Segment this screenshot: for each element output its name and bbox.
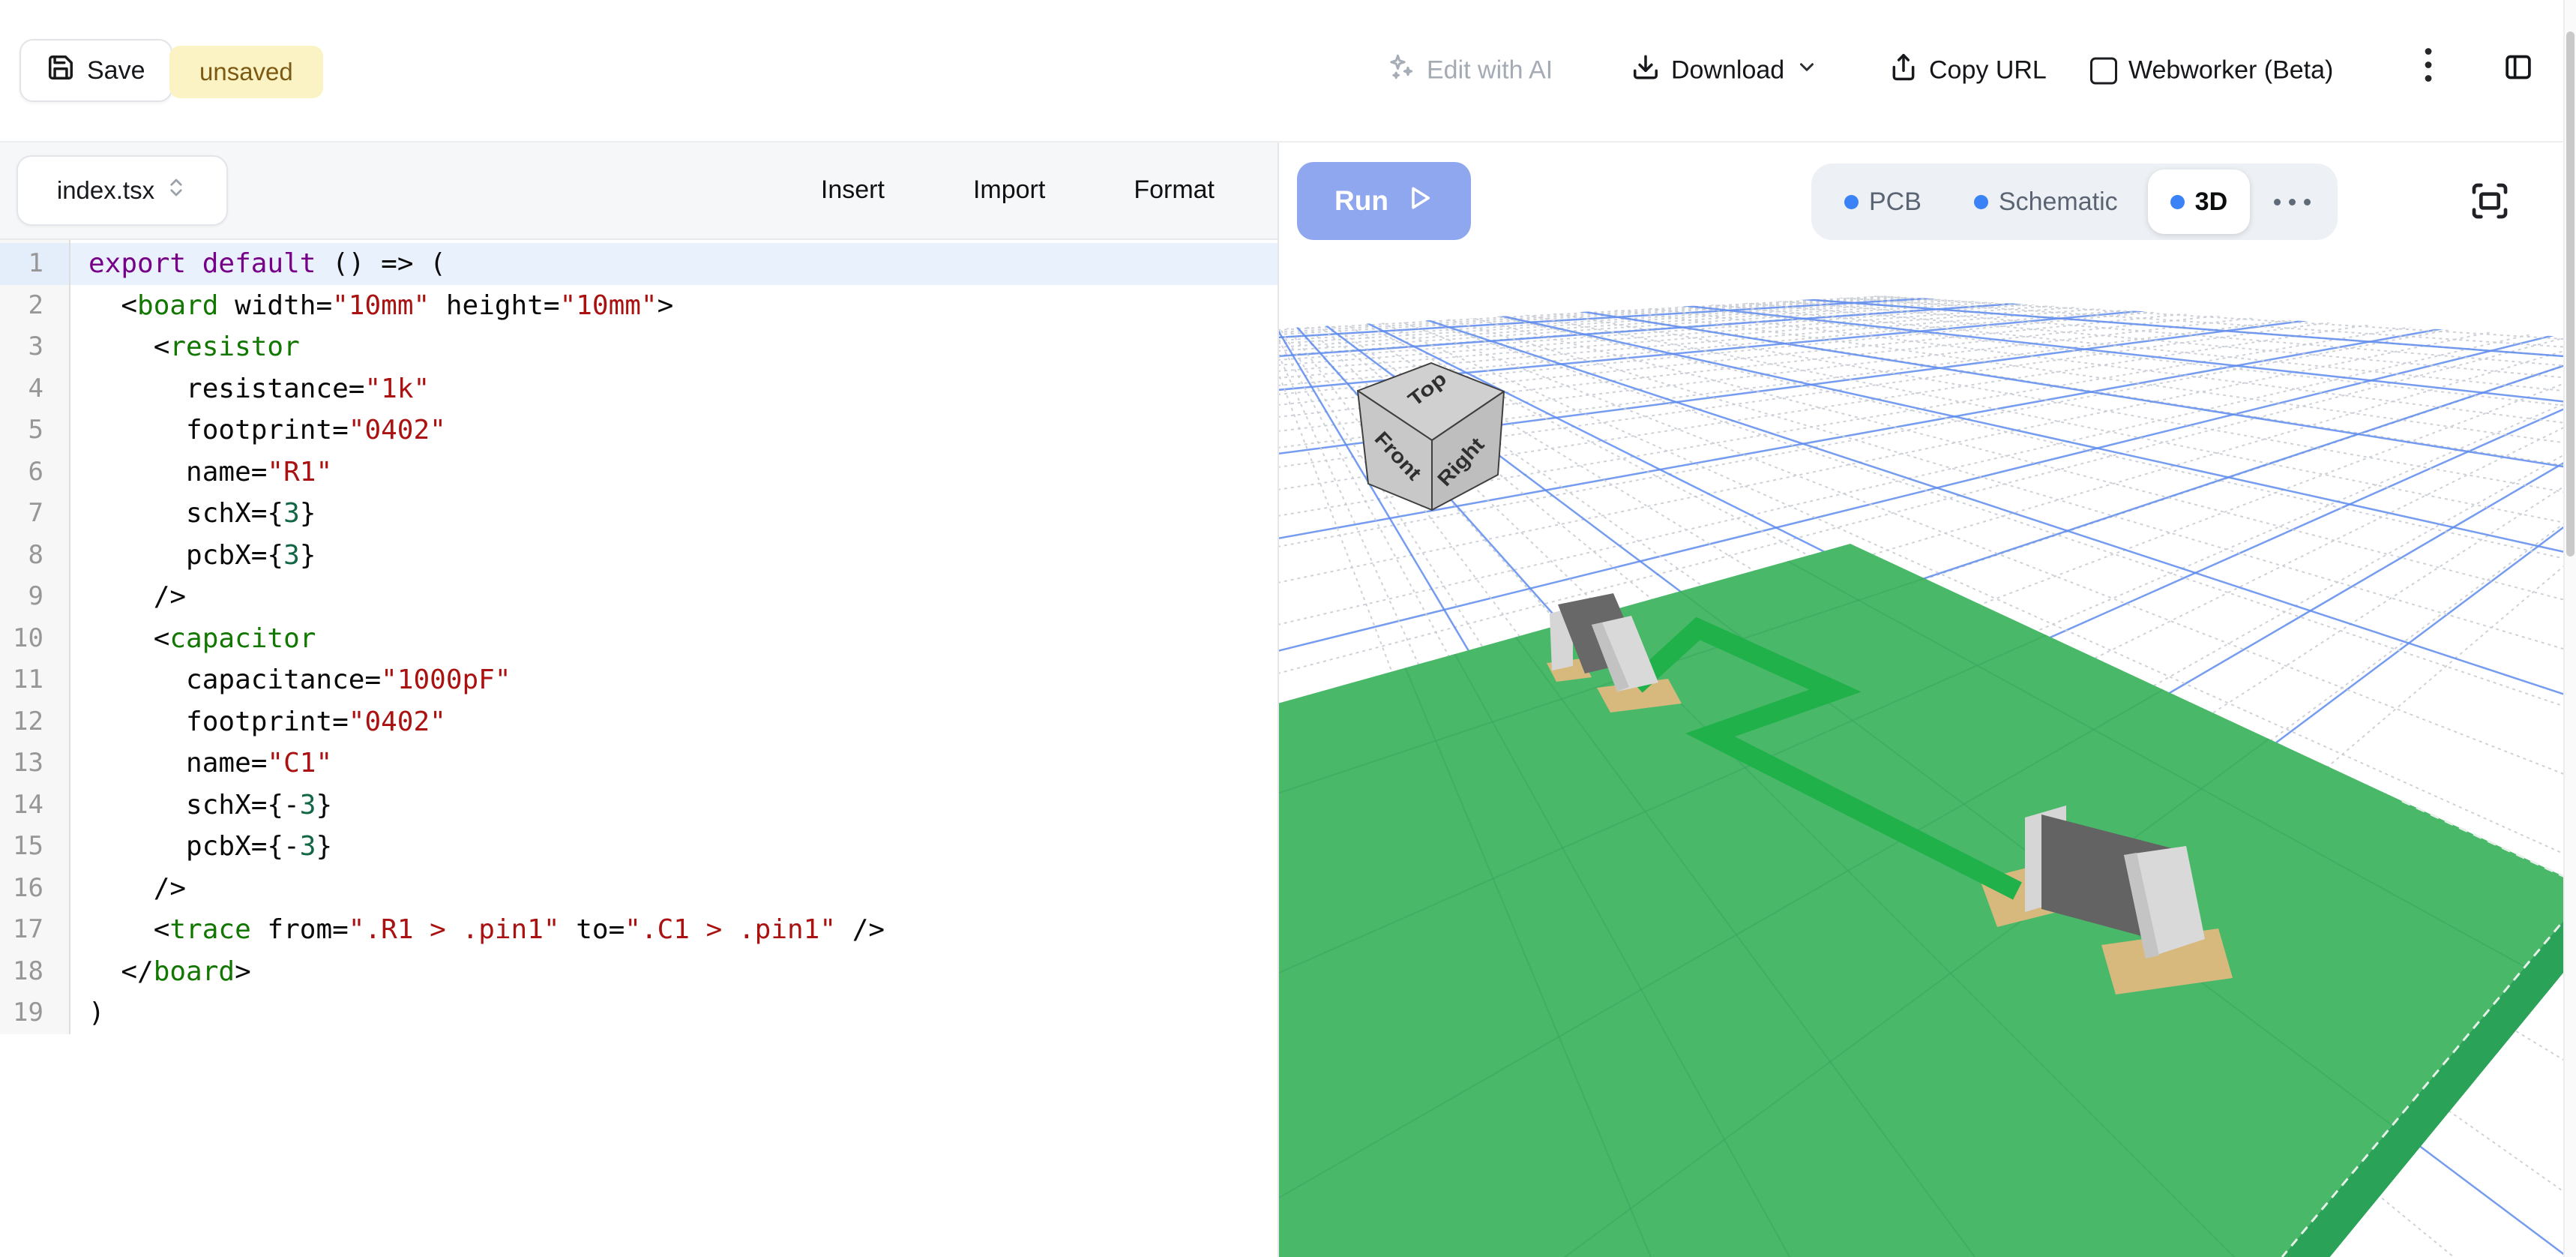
save-button[interactable]: Save xyxy=(19,39,172,102)
viewer-panel: Top Front Right Run PCBSchematic3D xyxy=(1279,141,2576,1257)
top-bar: Save unsaved Edit with AI Download xyxy=(0,0,2576,142)
editor-actions: Insert Import Format xyxy=(806,141,1230,238)
line-number: 5 xyxy=(0,410,69,452)
line-number: 8 xyxy=(0,535,69,577)
scrollbar-thumb[interactable] xyxy=(2566,32,2575,556)
view-tabs: PCBSchematic3D xyxy=(1811,164,2338,240)
code-line: footprint="0402" xyxy=(70,410,1278,452)
pcb-3d-canvas[interactable]: Top Front Right xyxy=(1279,141,2576,1257)
sparkles-icon xyxy=(1385,52,1415,89)
line-number: 2 xyxy=(0,285,69,327)
tab-dot-icon xyxy=(1844,195,1859,209)
line-number: 4 xyxy=(0,368,69,410)
editor-action-insert[interactable]: Insert xyxy=(806,165,900,215)
chevron-down-icon xyxy=(1796,56,1818,86)
download-button[interactable]: Download xyxy=(1631,53,1818,88)
file-selector[interactable]: index.tsx xyxy=(16,155,228,226)
panel-left-icon xyxy=(2503,52,2534,90)
line-number: 14 xyxy=(0,784,69,826)
code-line: name="C1" xyxy=(70,742,1278,784)
code-line: /> xyxy=(70,576,1278,618)
code-scroller[interactable]: 12345678910111213141516171819 export def… xyxy=(0,240,1278,1257)
fullscreen-icon xyxy=(2469,180,2511,224)
viewer-toolbar: Run PCBSchematic3D xyxy=(1279,141,2576,254)
more-menu-button[interactable] xyxy=(2417,44,2440,98)
line-number: 9 xyxy=(0,576,69,618)
editor-toolbar: index.tsx Insert Import Format xyxy=(0,141,1278,240)
status-badge: unsaved xyxy=(169,46,323,98)
webworker-toggle[interactable]: Webworker (Beta) xyxy=(2090,56,2333,86)
code-lines: export default () => ( <board width="10m… xyxy=(70,240,1278,1034)
save-label: Save xyxy=(87,56,145,86)
tab-dot-icon xyxy=(1974,195,1988,209)
line-number: 17 xyxy=(0,909,69,951)
code-line: </board> xyxy=(70,951,1278,993)
line-number: 3 xyxy=(0,326,69,368)
scrollbar-track[interactable] xyxy=(2563,0,2576,1257)
line-number: 16 xyxy=(0,868,69,910)
chevrons-up-down-icon xyxy=(165,176,187,205)
code-line: pcbX={-3} xyxy=(70,826,1278,868)
tab-pcb[interactable]: PCB xyxy=(1822,170,1944,234)
code-line: schX={3} xyxy=(70,493,1278,535)
line-number: 18 xyxy=(0,951,69,993)
code-line: footprint="0402" xyxy=(70,701,1278,743)
code-line: /> xyxy=(70,868,1278,910)
line-number: 12 xyxy=(0,701,69,743)
edit-with-ai-button[interactable]: Edit with AI xyxy=(1385,52,1553,89)
gutter: 12345678910111213141516171819 xyxy=(0,240,70,1034)
save-icon xyxy=(46,53,75,88)
editor-action-format[interactable]: Format xyxy=(1119,165,1230,215)
download-icon xyxy=(1631,53,1660,88)
kebab-menu-icon xyxy=(2417,44,2440,98)
code-line: <board width="10mm" height="10mm"> xyxy=(70,285,1278,327)
play-icon xyxy=(1406,184,1433,218)
line-number: 6 xyxy=(0,452,69,494)
tab-schematic[interactable]: Schematic xyxy=(1951,170,2140,234)
file-name: index.tsx xyxy=(57,176,154,205)
orientation-cube[interactable]: Top Front Right xyxy=(1358,363,1504,510)
tabs-more-button[interactable] xyxy=(2257,199,2327,206)
tab-3d[interactable]: 3D xyxy=(2148,170,2250,234)
code-line: resistance="1k" xyxy=(70,368,1278,410)
line-number: 19 xyxy=(0,992,69,1034)
code-line: name="R1" xyxy=(70,452,1278,494)
code-line: export default () => ( xyxy=(70,243,1278,285)
code-editor-panel: index.tsx InsertImportFormat 12345678910… xyxy=(0,141,1279,1257)
code-line: capacitance="1000pF" xyxy=(70,659,1278,701)
line-number: 10 xyxy=(0,618,69,660)
line-number: 15 xyxy=(0,826,69,868)
panel-toggle-button[interactable] xyxy=(2503,52,2534,90)
line-number: 7 xyxy=(0,493,69,535)
copy-url-button[interactable]: Copy URL xyxy=(1889,53,2047,88)
line-number: 1 xyxy=(0,243,69,285)
line-number: 11 xyxy=(0,659,69,701)
code-line: <resistor xyxy=(70,326,1278,368)
code-line: <capacitor xyxy=(70,618,1278,660)
fullscreen-button[interactable] xyxy=(2467,178,2513,225)
code-line: <trace from=".R1 > .pin1" to=".C1 > .pin… xyxy=(70,909,1278,951)
webworker-checkbox[interactable] xyxy=(2090,57,2117,84)
share-icon xyxy=(1889,53,1918,88)
code-line: pcbX={3} xyxy=(70,535,1278,577)
code-line: ) xyxy=(70,992,1278,1034)
run-button[interactable]: Run xyxy=(1297,162,1471,240)
editor-action-import[interactable]: Import xyxy=(958,165,1060,215)
tab-dot-icon xyxy=(2170,195,2185,209)
code-line: schX={-3} xyxy=(70,784,1278,826)
line-number: 13 xyxy=(0,742,69,784)
